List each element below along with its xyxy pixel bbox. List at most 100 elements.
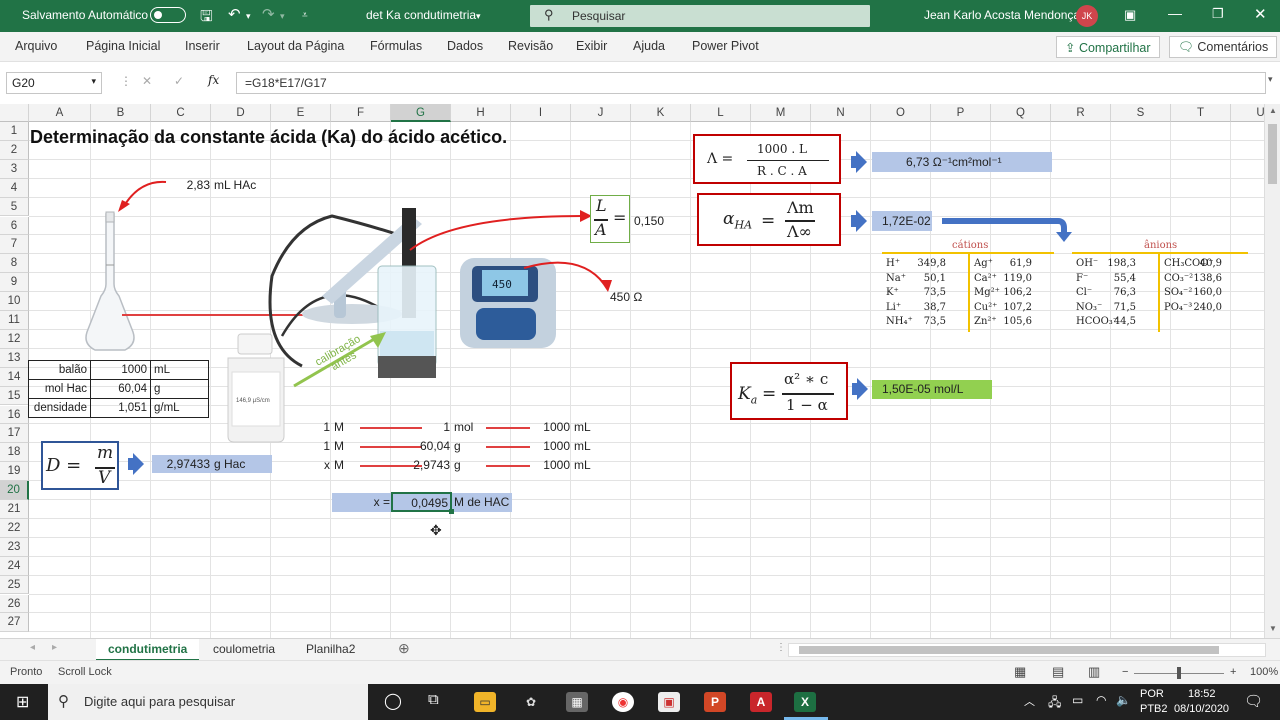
page-title[interactable]: Determinação da constante ácida (Ka) do … bbox=[30, 128, 507, 146]
row-header-7[interactable]: 7 bbox=[0, 235, 29, 255]
row-header-6[interactable]: 6 bbox=[0, 216, 29, 236]
save-icon[interactable]: 🖫 bbox=[200, 6, 213, 31]
redo-dropdown-icon[interactable]: ▾ bbox=[280, 11, 285, 22]
row-header-9[interactable]: 9 bbox=[0, 273, 29, 293]
search-box[interactable]: ⚲ Pesquisar bbox=[530, 5, 870, 27]
row-header-5[interactable]: 5 bbox=[0, 197, 29, 217]
tray-chevron-icon[interactable]: ︿ bbox=[1024, 693, 1035, 709]
column-header-s[interactable]: S bbox=[1111, 104, 1171, 122]
table-cell-unit[interactable]: g bbox=[150, 379, 209, 399]
scroll-down-icon[interactable]: ▼ bbox=[1269, 624, 1277, 633]
expand-formula-icon[interactable]: ▾ bbox=[1268, 74, 1273, 85]
page-break-icon[interactable]: ▥ bbox=[1088, 664, 1100, 680]
user-name[interactable]: Jean Karlo Acosta Mendonça bbox=[924, 8, 1080, 22]
column-header-b[interactable]: B bbox=[91, 104, 151, 122]
insert-function-icon[interactable]: fx bbox=[208, 73, 219, 87]
add-sheet-icon[interactable]: ⊕ bbox=[398, 640, 410, 657]
vertical-scrollbar[interactable]: ▲ ▼ bbox=[1264, 104, 1280, 638]
row-header-18[interactable]: 18 bbox=[0, 443, 29, 463]
menu-exibir[interactable]: Exibir bbox=[576, 39, 607, 53]
cortana-icon[interactable]: ◯ bbox=[384, 691, 402, 711]
photos-icon[interactable]: ▣ bbox=[658, 692, 680, 712]
column-header-l[interactable]: L bbox=[691, 104, 751, 122]
rule-b[interactable]: 60,04 bbox=[392, 437, 450, 455]
resistance-value[interactable]: 450 Ω bbox=[610, 288, 642, 306]
row-header-14[interactable]: 14 bbox=[0, 367, 29, 387]
row-header-17[interactable]: 17 bbox=[0, 424, 29, 444]
zoom-level[interactable]: 100% bbox=[1250, 666, 1278, 678]
undo-icon[interactable]: ↶ bbox=[228, 5, 241, 23]
minimize-icon[interactable]: — bbox=[1168, 5, 1182, 21]
column-header-j[interactable]: J bbox=[571, 104, 631, 122]
table-cell-value[interactable]: 60,04 bbox=[90, 379, 151, 399]
normal-view-icon[interactable]: ▦ bbox=[1014, 664, 1026, 680]
table-cell-label[interactable]: mol Hac bbox=[28, 379, 91, 399]
column-header-c[interactable]: C bbox=[151, 104, 211, 122]
table-cell-value[interactable]: 1,051 bbox=[90, 398, 151, 418]
formula-input[interactable]: =G18*E17/G17 bbox=[236, 72, 1266, 94]
column-header-e[interactable]: E bbox=[271, 104, 331, 122]
zoom-in-icon[interactable]: + bbox=[1230, 666, 1236, 678]
avatar[interactable]: JK bbox=[1076, 5, 1098, 27]
menu-formulas[interactable]: Fórmulas bbox=[370, 39, 422, 53]
name-box-dropdown-icon[interactable]: ▾ bbox=[91, 76, 96, 87]
vol-hac-value[interactable]: 2,83 bbox=[150, 176, 210, 194]
column-header-p[interactable]: P bbox=[931, 104, 991, 122]
tab-condutimetria[interactable]: condutimetria bbox=[96, 639, 200, 661]
restore-icon[interactable]: ❐ bbox=[1212, 6, 1224, 22]
notifications-icon[interactable]: 🗨 bbox=[1244, 692, 1263, 710]
share-button[interactable]: ⇪ Compartilhar bbox=[1056, 36, 1160, 58]
x-unit[interactable]: M de HAC bbox=[454, 493, 509, 511]
horizontal-scroll-thumb[interactable] bbox=[799, 646, 1219, 654]
table-cell-label[interactable]: balão bbox=[28, 360, 91, 380]
column-header-n[interactable]: N bbox=[811, 104, 871, 122]
row-header-11[interactable]: 11 bbox=[0, 311, 29, 330]
column-header-m[interactable]: M bbox=[751, 104, 811, 122]
page-layout-icon[interactable]: ▤ bbox=[1052, 664, 1064, 680]
rule-b-unit[interactable]: mol bbox=[454, 418, 473, 436]
column-header-g[interactable]: G bbox=[391, 104, 451, 122]
undo-dropdown-icon[interactable]: ▾ bbox=[246, 11, 251, 22]
tab-coulometria[interactable]: coulometria bbox=[201, 639, 287, 661]
table-cell-unit[interactable]: mL bbox=[150, 360, 209, 380]
row-header-4[interactable]: 4 bbox=[0, 178, 29, 198]
row-header-23[interactable]: 23 bbox=[0, 537, 29, 557]
row-header-2[interactable]: 2 bbox=[0, 140, 29, 160]
scroll-up-icon[interactable]: ▲ bbox=[1269, 106, 1277, 115]
column-header-d[interactable]: D bbox=[211, 104, 271, 122]
clock-date[interactable]: 08/10/2020 bbox=[1174, 703, 1229, 715]
app-icon[interactable]: ✿ bbox=[520, 692, 542, 712]
menu-ajuda[interactable]: Ajuda bbox=[633, 39, 665, 53]
zoom-out-icon[interactable]: − bbox=[1122, 666, 1128, 678]
menu-revisao[interactable]: Revisão bbox=[508, 39, 553, 53]
row-header-12[interactable]: 12 bbox=[0, 329, 29, 349]
redo-icon[interactable]: ↷ bbox=[262, 5, 275, 23]
density-result-cell[interactable]: 2,97433 g Hac bbox=[152, 455, 272, 473]
la-value[interactable]: 0,150 bbox=[634, 212, 664, 230]
rule-c[interactable]: 1000 bbox=[512, 437, 570, 455]
autosave-toggle[interactable] bbox=[150, 7, 186, 23]
name-box[interactable]: G20 ▾ bbox=[6, 72, 102, 94]
ka-value[interactable]: 1,50E-05 mol/L bbox=[872, 380, 992, 399]
comments-button[interactable]: 🗨 Comentários bbox=[1169, 36, 1278, 58]
menu-inserir[interactable]: Inserir bbox=[185, 39, 220, 53]
column-header-t[interactable]: T bbox=[1171, 104, 1231, 122]
ribbon-display-icon[interactable]: ▣ bbox=[1124, 7, 1136, 23]
row-header-22[interactable]: 22 bbox=[0, 518, 29, 538]
chrome-icon[interactable]: ◉ bbox=[612, 692, 634, 712]
filename-dropdown-icon[interactable]: ▾ bbox=[476, 11, 481, 22]
file-name[interactable]: det Ka condutimetria bbox=[366, 8, 476, 22]
windows-start-icon[interactable]: ⊞ bbox=[16, 692, 29, 712]
customize-qat-icon[interactable]: ⩡ bbox=[302, 10, 308, 21]
excel-icon[interactable]: X bbox=[794, 692, 816, 712]
rule-b-unit[interactable]: g bbox=[454, 456, 461, 474]
rule-c-unit[interactable]: mL bbox=[574, 437, 591, 455]
table-cell-unit[interactable]: g/mL bbox=[150, 398, 209, 418]
battery-icon[interactable]: ▭ bbox=[1072, 693, 1083, 707]
lambda-value[interactable]: 6,73 Ω⁻¹cm²mol⁻¹ bbox=[872, 152, 1052, 172]
column-header-i[interactable]: I bbox=[511, 104, 571, 122]
zoom-slider-thumb[interactable] bbox=[1177, 667, 1181, 679]
rule-c-unit[interactable]: mL bbox=[574, 418, 591, 436]
x-label[interactable]: x = bbox=[332, 493, 390, 511]
rule-a[interactable]: 1 bbox=[300, 437, 330, 455]
